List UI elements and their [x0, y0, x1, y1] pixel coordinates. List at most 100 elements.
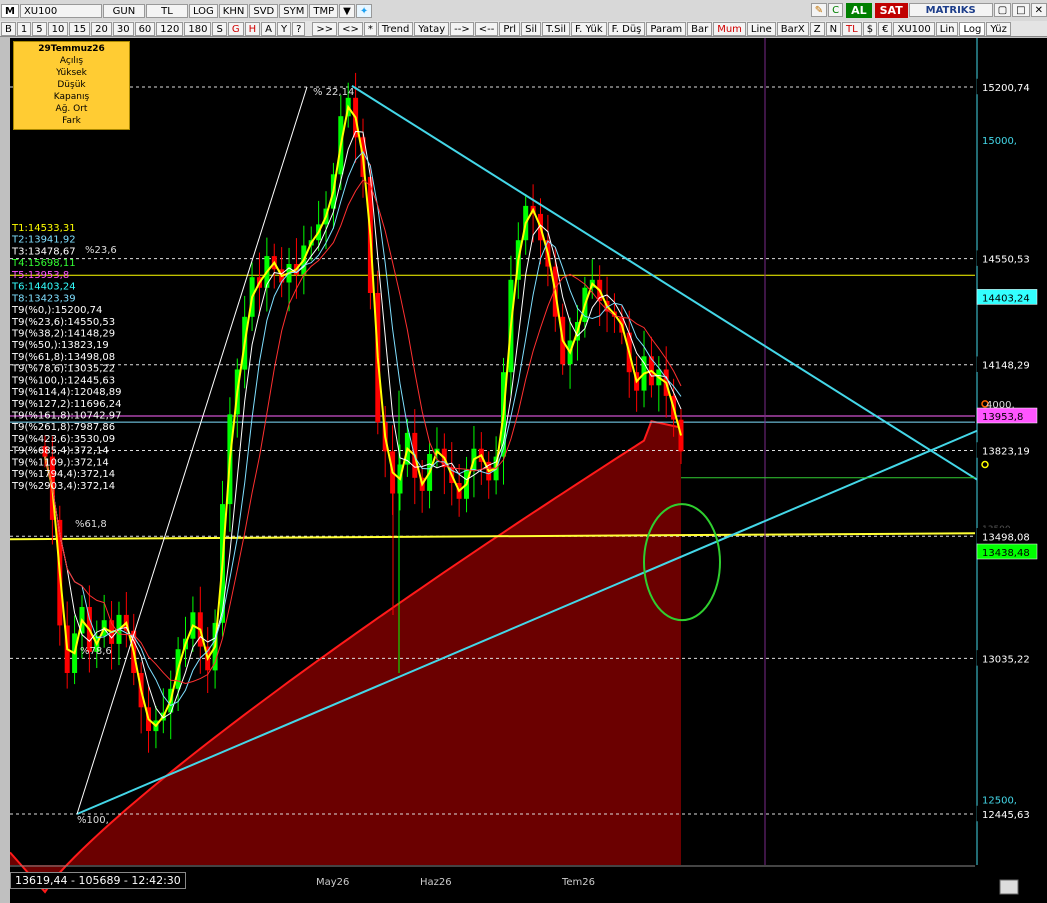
- buy-button[interactable]: AL: [846, 3, 872, 18]
- ohlc-avg-label: Ağ. Ort: [55, 104, 88, 114]
- period-btn-b[interactable]: B: [1, 21, 16, 36]
- x-tick-label: Haz26: [420, 877, 452, 888]
- tool-btn-yatay[interactable]: Yatay: [414, 21, 450, 36]
- tool-btn-[interactable]: €: [878, 21, 893, 36]
- indicator-readout: T9(%61,8):13498,08: [11, 352, 115, 363]
- indicator-readout: T9(%261,8):7987,86: [11, 422, 115, 433]
- price-tag-label: 13498,08: [982, 532, 1030, 543]
- fib-label: % 22,14: [313, 87, 354, 98]
- period-toolbar: B 1 5 10 15 20 30 60 120 180 S G H A Y? >> <> * Trend Yata…: [0, 21, 1047, 37]
- zoom-reset-icon: [999, 879, 1019, 895]
- period-btn-30[interactable]: 30: [112, 21, 134, 36]
- app-icon[interactable]: M: [1, 3, 19, 18]
- tool-btn-barx[interactable]: BarX: [776, 21, 809, 36]
- tool-btn-f-y-k[interactable]: F. Yük: [571, 21, 607, 36]
- period-btn-15[interactable]: 15: [69, 21, 91, 36]
- period-btn-180[interactable]: 180: [184, 21, 212, 36]
- tool-btn-t-sil[interactable]: T.Sil: [542, 21, 571, 36]
- tool-btn-[interactable]: >>: [312, 21, 338, 36]
- log-button[interactable]: LOG: [188, 3, 218, 18]
- tool-btn-[interactable]: $: [862, 21, 878, 36]
- tool-btn-tl[interactable]: TL: [842, 21, 862, 36]
- period-btn-120[interactable]: 120: [156, 21, 184, 36]
- price-tag-label: 14148,29: [982, 361, 1030, 372]
- indicator-readout: T9(%685,4):372,14: [11, 446, 109, 457]
- tool-btn-log[interactable]: Log: [959, 21, 986, 36]
- tool-btn-n[interactable]: N: [825, 21, 842, 36]
- fib-label: %61,8: [75, 519, 107, 530]
- period-btn-20[interactable]: 20: [91, 21, 112, 36]
- period-btn-10[interactable]: 10: [47, 21, 69, 36]
- tool-btn-y-z[interactable]: Yüz: [986, 21, 1011, 36]
- period-btn-y[interactable]: Y: [276, 21, 292, 36]
- price-tag-label: 14403,24: [982, 293, 1030, 304]
- tool-btn-sil[interactable]: Sil: [521, 21, 541, 36]
- toolbar-sym-button[interactable]: SYM: [279, 3, 309, 18]
- period-btn-60[interactable]: 60: [134, 21, 156, 36]
- restore-window-icon[interactable]: ▢: [993, 3, 1012, 17]
- fib-label: %100,: [77, 815, 109, 826]
- tool-btn-prl[interactable]: Prl: [499, 21, 521, 36]
- fib-label: %23,6: [85, 245, 117, 256]
- tool-btn-z[interactable]: Z: [809, 21, 825, 36]
- sell-button[interactable]: SAT: [874, 3, 908, 18]
- indicator-readout: T9(%0,):15200,74: [11, 305, 102, 316]
- indicator-readout: T9(%423,6):3530,09: [11, 434, 115, 445]
- x-tick-label: Tem26: [561, 877, 595, 888]
- ohlc-high-label: Yüksek: [56, 68, 87, 78]
- tool-btn-[interactable]: -->: [450, 21, 474, 36]
- toolbar-khn-button[interactable]: KHN: [218, 3, 249, 18]
- y-tick-label: 12500,: [982, 796, 1017, 807]
- indicator-readout: T8:13423,39: [11, 293, 76, 304]
- period-btn-a[interactable]: A: [261, 21, 276, 36]
- chart-panel[interactable]: % 22,14 %23,6 %61,8 %78,6 %100, T1:14533,31 T2…: [10, 38, 1047, 903]
- refresh-icon[interactable]: C: [828, 3, 844, 17]
- price-tag-label: 15200,74: [982, 83, 1030, 94]
- tool-btn-mum[interactable]: Mum: [713, 21, 746, 36]
- period-button[interactable]: GUN: [102, 3, 145, 18]
- tool-btn-lin[interactable]: Lin: [935, 21, 959, 36]
- indicator-readout: T6:14403,24: [11, 282, 76, 293]
- twitter-bird-icon[interactable]: ✦: [355, 3, 373, 18]
- ohlc-date: 29Temmuz26: [38, 44, 105, 54]
- maximize-window-icon[interactable]: □: [1012, 3, 1030, 17]
- indicator-readout: T9(%38,2):14148,29: [11, 328, 115, 339]
- indicator-readout: T9(%100,):12445,63: [11, 375, 115, 386]
- period-btn-5[interactable]: 5: [32, 21, 47, 36]
- price-tag-label: 13035,22: [982, 654, 1030, 665]
- toolbar-tmp-button[interactable]: TMP: [309, 3, 339, 18]
- period-buttons: B 1 5 10 15 20 30 60 120 180 S G H A Y?: [0, 21, 306, 36]
- candle-body: [678, 419, 684, 452]
- tool-btn-f-d[interactable]: F. Düş: [607, 21, 646, 36]
- tool-btn-trend[interactable]: Trend: [377, 21, 414, 36]
- indicator-readout: T9(%127,2):11696,24: [11, 399, 122, 410]
- period-btn-s[interactable]: S: [212, 21, 227, 36]
- ohlc-low-label: Düşük: [57, 80, 86, 90]
- period-btn-g[interactable]: G: [227, 21, 244, 36]
- period-btn-h[interactable]: H: [244, 21, 261, 36]
- brand-logo: MATRIKS: [908, 3, 993, 17]
- tool-btn-[interactable]: <>: [338, 21, 363, 36]
- tool-btn-param[interactable]: Param: [646, 21, 687, 36]
- y-tick-label: 15000,: [982, 136, 1017, 147]
- indicator-readout: T9(%50,):13823,19: [11, 340, 109, 351]
- currency-button[interactable]: TL: [145, 3, 188, 18]
- indicator-readout: T9(%23,6):14550,53: [11, 317, 115, 328]
- period-btn-[interactable]: ?: [292, 21, 306, 36]
- pencil-icon[interactable]: ✎: [810, 3, 828, 17]
- period-btn-1[interactable]: 1: [16, 21, 32, 36]
- tool-btn-[interactable]: *: [363, 21, 377, 36]
- tool-btn-line[interactable]: Line: [746, 21, 776, 36]
- indicator-readout: T5:13953,8: [11, 270, 69, 281]
- close-window-icon[interactable]: ✕: [1030, 3, 1047, 17]
- tool-btn-[interactable]: <--: [474, 21, 499, 36]
- dropdown-arrow-icon[interactable]: ▼: [339, 3, 355, 18]
- price-tag-label: 13438,48: [982, 548, 1030, 559]
- drawing-tools: >> <> * Trend Yatay --> <-- Prl Sil T.Sil F. Yük F.…: [311, 21, 1011, 36]
- tool-btn-xu100[interactable]: XU100: [893, 21, 935, 36]
- price-chart[interactable]: % 22,14 %23,6 %61,8 %78,6 %100, T1:14533,31T2…: [10, 38, 1047, 903]
- toolbar-svd-button[interactable]: SVD: [249, 3, 279, 18]
- indicator-readout: T3:13478,67: [11, 246, 76, 257]
- tool-btn-bar[interactable]: Bar: [687, 21, 713, 36]
- symbol-field[interactable]: XU100: [19, 3, 102, 18]
